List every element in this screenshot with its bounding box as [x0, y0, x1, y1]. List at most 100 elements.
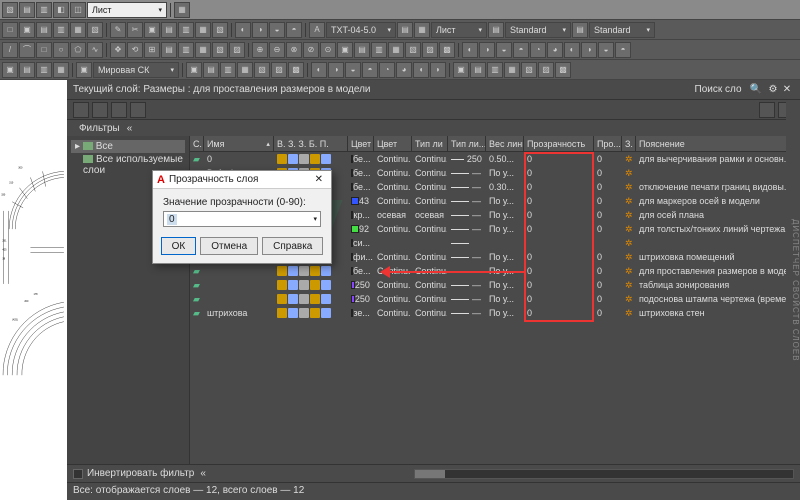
plot-icon[interactable]: [310, 294, 320, 304]
col-flags[interactable]: В. З. З. Б. П.: [274, 136, 348, 151]
color-cell[interactable]: 250: [348, 280, 374, 290]
table-row[interactable]: ▰ 250Continu...Continu...—По у...00✲табл…: [190, 278, 800, 292]
layout-select[interactable]: Лист▾: [87, 2, 167, 18]
new3-cell[interactable]: ✲: [622, 252, 636, 263]
tool-icon[interactable]: ◐: [235, 22, 251, 38]
ltype2-cell[interactable]: Continu...: [412, 294, 448, 304]
desc-cell[interactable]: подоснова штампа чертежа (време...: [636, 294, 800, 304]
tool-icon[interactable]: ▧: [212, 22, 228, 38]
tool-icon[interactable]: ▤: [161, 22, 177, 38]
lw2-cell[interactable]: 0.30...: [486, 182, 524, 192]
tool-icon[interactable]: ▦: [237, 62, 253, 78]
lw2-cell[interactable]: По у...: [486, 308, 524, 318]
ltype2-cell[interactable]: Continu...: [412, 266, 448, 276]
new3-cell[interactable]: ✲: [622, 182, 636, 193]
lw2-cell[interactable]: По у...: [486, 210, 524, 220]
tool-icon[interactable]: ▣: [337, 42, 353, 58]
tool-icon[interactable]: ▤: [354, 42, 370, 58]
table-row[interactable]: ▰штрихова зе...Continu...Continu...—По у…: [190, 306, 800, 320]
refresh-icon[interactable]: [759, 102, 775, 118]
tool-icon[interactable]: ⊕: [252, 42, 268, 58]
ltype-cell[interactable]: Continu...: [374, 294, 412, 304]
tool-icon[interactable]: ▨: [422, 42, 438, 58]
lw2-cell[interactable]: По у...: [486, 196, 524, 206]
tool-icon[interactable]: □: [36, 42, 52, 58]
scrollbar-thumb[interactable]: [415, 470, 445, 478]
desc-cell[interactable]: таблица зонирования: [636, 280, 800, 290]
tool-icon[interactable]: ◒: [269, 22, 285, 38]
tool-icon[interactable]: ◕: [396, 62, 412, 78]
tool-icon[interactable]: ◓: [513, 42, 529, 58]
tool-icon[interactable]: ⊙: [320, 42, 336, 58]
freeze-icon[interactable]: [288, 154, 298, 164]
col-transparency[interactable]: Прозрачность: [524, 136, 594, 151]
color-cell[interactable]: фи...: [348, 252, 374, 262]
close-icon[interactable]: ✕: [311, 174, 327, 185]
tool-icon[interactable]: ✎: [110, 22, 126, 38]
vp-icon[interactable]: [321, 294, 331, 304]
flags-cell[interactable]: [274, 154, 348, 164]
col-lw[interactable]: Тип ли...: [448, 136, 486, 151]
lw-cell[interactable]: [448, 243, 486, 244]
lw-cell[interactable]: 250: [448, 154, 486, 164]
tool-icon[interactable]: ▥: [36, 2, 52, 18]
transparency-cell[interactable]: 0: [524, 154, 594, 164]
tool-icon[interactable]: ▧: [212, 42, 228, 58]
plot-cell[interactable]: 0: [594, 308, 622, 318]
tool-icon[interactable]: ▦: [174, 2, 190, 18]
desc-cell[interactable]: отключение печати границ видовы...: [636, 182, 800, 192]
lw2-cell[interactable]: По у...: [486, 224, 524, 234]
tool-icon[interactable]: ⊗: [286, 42, 302, 58]
drawing-canvas[interactable]: 300310330 26142538 178200(425): [0, 80, 67, 500]
tool-icon[interactable]: ▧: [521, 62, 537, 78]
on-icon[interactable]: [277, 280, 287, 290]
tool-icon[interactable]: ◐: [462, 42, 478, 58]
ltype2-cell[interactable]: Continu...: [412, 168, 448, 178]
search-icon[interactable]: 🔍: [750, 84, 762, 95]
lock-icon[interactable]: [299, 154, 309, 164]
flags-cell[interactable]: [274, 266, 348, 276]
tool-icon[interactable]: ◑: [252, 22, 268, 38]
tool-icon[interactable]: ◗: [430, 62, 446, 78]
plot-cell[interactable]: 0: [594, 294, 622, 304]
tool-icon[interactable]: ▧: [2, 2, 18, 18]
ltype2-cell[interactable]: Continu...: [412, 196, 448, 206]
tool-icon[interactable]: ⟲: [127, 42, 143, 58]
col-plot[interactable]: Про...: [594, 136, 622, 151]
name-cell[interactable]: штрихова: [204, 308, 274, 318]
plot-cell[interactable]: 0: [594, 182, 622, 192]
color-cell[interactable]: 92: [348, 224, 374, 234]
tool-icon[interactable]: ◖: [413, 62, 429, 78]
tool-icon[interactable]: ⊘: [303, 42, 319, 58]
ltype2-cell[interactable]: Continu...: [412, 280, 448, 290]
color-cell[interactable]: бе...: [348, 154, 374, 164]
tool-icon[interactable]: ▤: [572, 22, 588, 38]
table-row[interactable]: ▰ бе...Continu...Continu...—По у...00✲дл…: [190, 264, 800, 278]
plot-cell[interactable]: 0: [594, 224, 622, 234]
dimstyle2-select[interactable]: Standard▾: [589, 22, 655, 38]
vp-icon[interactable]: [321, 308, 331, 318]
lw-cell[interactable]: —: [448, 308, 486, 318]
tool-icon[interactable]: ⊖: [269, 42, 285, 58]
invert-checkbox[interactable]: [73, 469, 83, 479]
lock-icon[interactable]: [299, 280, 309, 290]
tool-icon[interactable]: ◒: [598, 42, 614, 58]
flags-cell[interactable]: [274, 280, 348, 290]
ltype2-cell[interactable]: Continu...: [412, 252, 448, 262]
desc-cell[interactable]: штриховка помещений: [636, 252, 800, 262]
tool-icon[interactable]: ▥: [178, 42, 194, 58]
tool-icon[interactable]: ▤: [397, 22, 413, 38]
tool-icon[interactable]: ∿: [87, 42, 103, 58]
flags-cell[interactable]: [274, 308, 348, 318]
tool-icon[interactable]: /: [2, 42, 18, 58]
tool-icon[interactable]: ▣: [76, 62, 92, 78]
table-row[interactable]: ▰0 бе...Continu...Continu...2500.50...00…: [190, 152, 800, 166]
tool-icon[interactable]: ○: [53, 42, 69, 58]
tool-icon[interactable]: ▥: [36, 62, 52, 78]
vp-icon[interactable]: [321, 280, 331, 290]
freeze-icon[interactable]: [288, 308, 298, 318]
transparency-cell[interactable]: 0: [524, 168, 594, 178]
horizontal-scrollbar[interactable]: [414, 469, 794, 479]
tool-icon[interactable]: ▩: [555, 62, 571, 78]
close-icon[interactable]: ✕: [780, 84, 794, 95]
